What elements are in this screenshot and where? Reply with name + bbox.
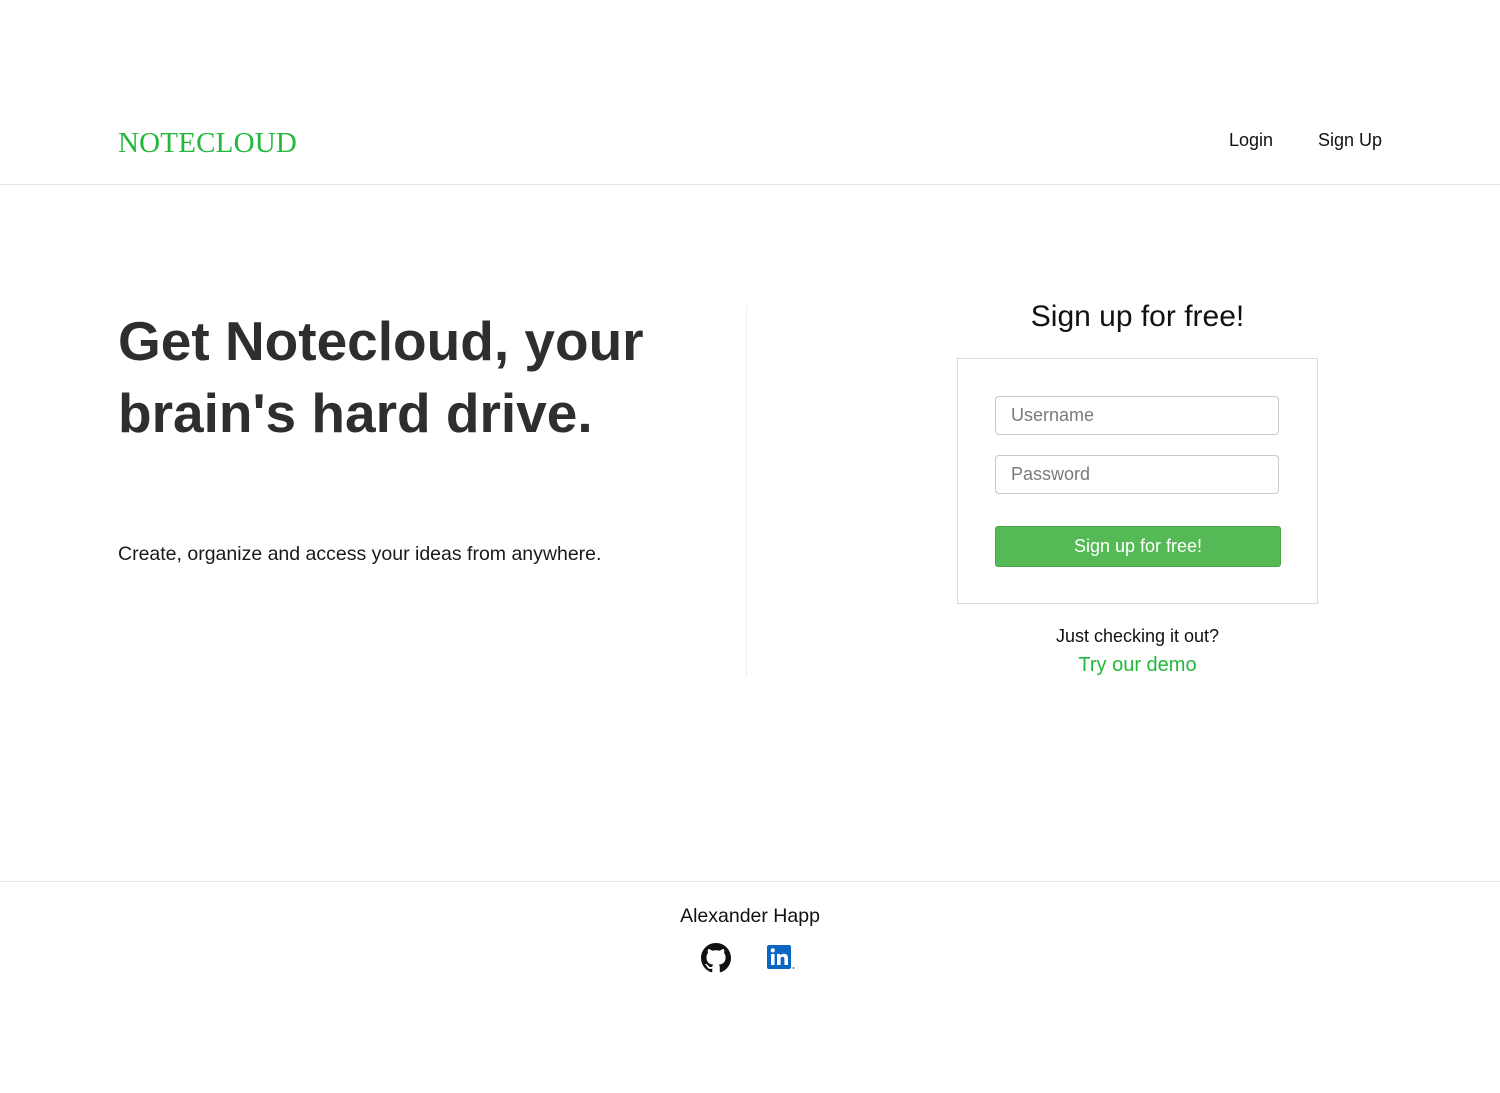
signup-submit-button[interactable]: Sign up for free! [995, 526, 1281, 567]
page: NOTECLOUD Login Sign Up Get Notecloud, y… [0, 0, 1500, 1093]
signup-form: Sign up for free! [957, 358, 1318, 604]
vertical-divider [746, 306, 747, 676]
author-name: Alexander Happ [680, 905, 820, 927]
footer: Alexander Happ [0, 881, 1500, 1093]
demo-prompt: Just checking it out? [1055, 626, 1220, 646]
demo-link[interactable]: Try our demo [957, 654, 1318, 677]
github-icon[interactable] [701, 943, 731, 978]
signup-link[interactable]: Sign Up [1318, 130, 1382, 151]
top-navbar: NOTECLOUD Login Sign Up [0, 0, 1500, 185]
linkedin-icon[interactable] [766, 944, 796, 975]
signup-heading: Sign up for free! [1030, 300, 1245, 333]
linkedin-icon-graphic [767, 945, 795, 969]
brand-logo[interactable]: NOTECLOUD [118, 127, 297, 160]
password-input[interactable] [995, 455, 1279, 494]
hero-subtitle: Create, organize and access your ideas f… [118, 543, 602, 565]
github-icon-graphic [701, 943, 731, 973]
username-input[interactable] [995, 396, 1279, 435]
login-link[interactable]: Login [1229, 130, 1273, 151]
hero-title: Get Notecloud, your brain's hard drive. [118, 310, 644, 444]
